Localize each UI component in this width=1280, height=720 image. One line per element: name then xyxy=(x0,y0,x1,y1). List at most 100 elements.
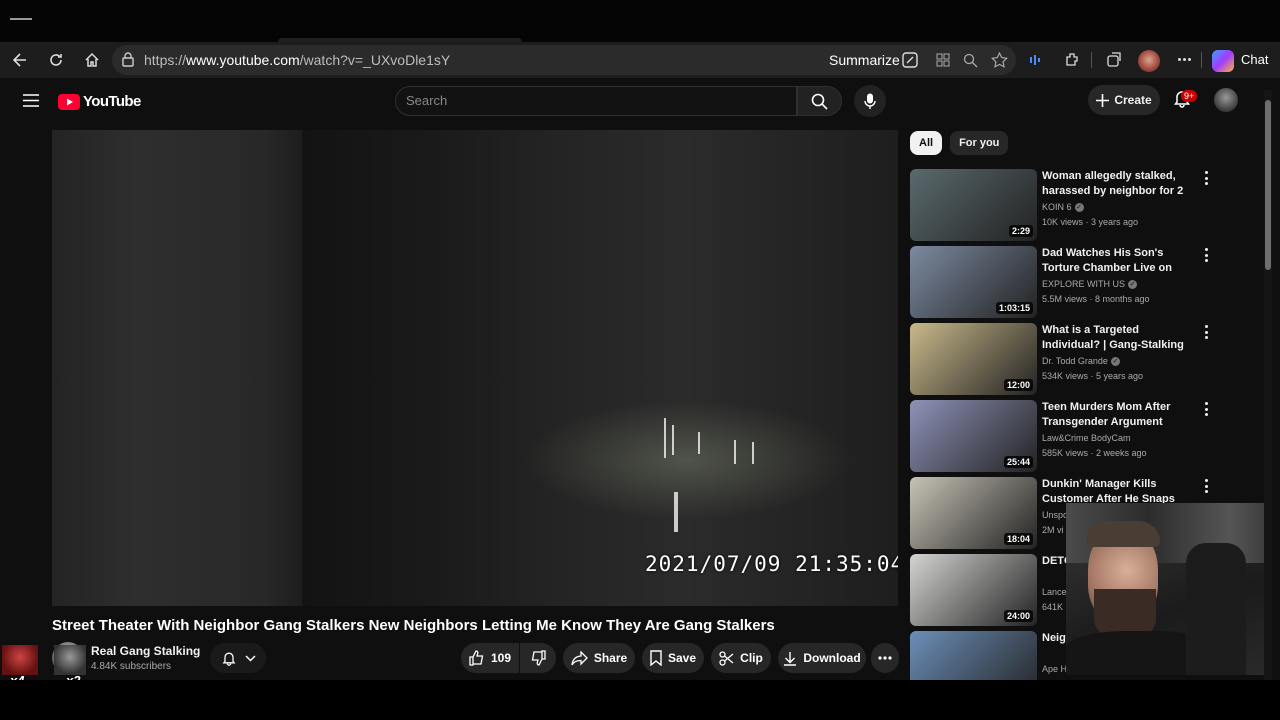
more-vertical-icon[interactable] xyxy=(1203,402,1209,416)
recommendation-thumbnail[interactable]: 2:29 xyxy=(910,169,1037,241)
recommendation-item[interactable]: 2:29 Woman allegedly stalked, harassed by… xyxy=(910,169,1255,241)
light-streak xyxy=(672,425,674,455)
recommendation-meta: 5.5M views · 8 months ago xyxy=(1042,294,1150,304)
recommendation-meta: 2M vi xyxy=(1042,525,1064,535)
more-horizontal-icon xyxy=(878,656,892,660)
recommendation-meta: 10K views · 3 years ago xyxy=(1042,217,1139,227)
recommendation-thumbnail[interactable]: 12:00 xyxy=(910,323,1037,395)
extensions-icon[interactable] xyxy=(1064,51,1081,73)
more-vertical-icon[interactable] xyxy=(1203,171,1209,185)
zoom-icon[interactable] xyxy=(963,53,978,73)
recommendation-item[interactable]: 25:44 Teen Murders Mom After Transgender … xyxy=(910,400,1255,472)
search-placeholder: Search xyxy=(406,93,448,108)
video-player[interactable]: 2021/07/09 21:35:04 xyxy=(52,130,898,606)
clip-button[interactable]: Clip xyxy=(711,643,771,673)
duration-badge: 12:00 xyxy=(1003,379,1033,391)
channel-name[interactable]: Real Gang Stalking xyxy=(91,644,200,658)
thumbs-up-icon xyxy=(469,650,484,666)
summarize-button[interactable]: Summarize xyxy=(829,52,900,68)
webcam-chair xyxy=(1186,543,1246,675)
download-icon xyxy=(784,651,797,666)
lock-icon[interactable] xyxy=(122,52,134,72)
recommendation-channel[interactable]: Dr. Todd Grande ✓ xyxy=(1042,356,1120,367)
more-actions-button[interactable] xyxy=(871,643,899,673)
recommendation-thumbnail[interactable]: 25:44 xyxy=(910,400,1037,472)
duration-badge: 24:00 xyxy=(1003,610,1033,622)
share-button[interactable]: Share xyxy=(563,643,635,673)
webcam-person-hair xyxy=(1086,521,1160,547)
url-text[interactable]: https://www.youtube.com/watch?v=_UXvoDle… xyxy=(144,52,450,68)
youtube-header: YouTube Search Create xyxy=(0,78,1280,124)
notifications-badge: 9+ xyxy=(1181,90,1198,102)
share-label: Share xyxy=(593,651,628,665)
profile-avatar[interactable] xyxy=(1138,50,1160,72)
light-streak xyxy=(752,442,754,464)
verified-check-icon: ✓ xyxy=(1128,280,1138,290)
duration-badge: 25:44 xyxy=(1003,456,1033,468)
collections-icon[interactable] xyxy=(1106,51,1123,73)
create-button[interactable]: Create xyxy=(1088,85,1160,115)
more-vertical-icon[interactable] xyxy=(1203,325,1209,339)
more-vertical-icon[interactable] xyxy=(1203,479,1209,493)
recommendation-channel[interactable]: Ape H xyxy=(1042,664,1067,674)
more-options-icon[interactable] xyxy=(1178,58,1191,61)
recommendation-meta: 534K views · 5 years ago xyxy=(1042,371,1144,381)
recommendation-channel[interactable]: EXPLORE WITH US ✓ xyxy=(1042,279,1138,290)
page-scrollbar-thumb[interactable] xyxy=(1265,100,1271,270)
like-button[interactable]: 109 xyxy=(461,643,519,673)
recommendation-title[interactable]: What is a Targeted Individual? | Gang-St… xyxy=(1042,323,1192,353)
chip-for-you[interactable]: For you xyxy=(950,131,1009,155)
recommendation-channel-name: Ape H xyxy=(1042,664,1068,674)
recommendation-thumbnail[interactable]: 24:00 xyxy=(910,554,1037,626)
subscription-notifications-button[interactable] xyxy=(210,643,266,673)
recommendation-item[interactable]: 12:00 What is a Targeted Individual? | Ga… xyxy=(910,323,1255,395)
thumbs-down-icon xyxy=(531,650,546,666)
recommendation-channel-name: EXPLORE WITH US xyxy=(1042,279,1126,289)
recommendation-title[interactable]: Dad Watches His Son's Torture Chamber Li… xyxy=(1042,246,1192,276)
browser-toolbar: https://www.youtube.com/watch?v=_UXvoDle… xyxy=(0,42,1280,78)
recommendation-channel[interactable]: KOIN 6 ✓ xyxy=(1042,202,1084,213)
bell-icon xyxy=(222,652,235,666)
recommendation-channel-name: Dr. Todd Grande xyxy=(1042,356,1108,366)
video-timestamp-overlay: 2021/07/09 21:35:04 xyxy=(645,552,898,576)
apps-icon[interactable] xyxy=(936,53,950,72)
recommendation-meta: 585K views · 2 weeks ago xyxy=(1042,448,1147,458)
chat-button[interactable]: Chat xyxy=(1241,52,1268,67)
recommendation-channel-name: Lance xyxy=(1042,587,1067,597)
home-icon[interactable] xyxy=(76,42,108,78)
more-vertical-icon[interactable] xyxy=(1203,248,1209,262)
recommendation-title[interactable]: Teen Murders Mom After Transgender Argum… xyxy=(1042,400,1192,430)
verified-check-icon: ✓ xyxy=(1110,357,1120,367)
recommendation-meta: 641K xyxy=(1042,602,1064,612)
copilot-icon[interactable] xyxy=(1212,50,1234,72)
youtube-logo[interactable]: YouTube xyxy=(58,93,141,110)
recommendation-item[interactable]: 1:03:15 Dad Watches His Son's Torture Cha… xyxy=(910,246,1255,318)
search-button[interactable] xyxy=(797,86,842,116)
guide-menu-icon[interactable] xyxy=(23,94,39,112)
dislike-button[interactable] xyxy=(520,643,556,673)
summarize-icon[interactable] xyxy=(902,52,918,73)
recommendation-thumbnail[interactable]: 18:04 xyxy=(910,477,1037,549)
recommendation-channel[interactable]: Unspo xyxy=(1042,510,1068,520)
like-count: 109 xyxy=(490,651,512,665)
chevron-down-icon xyxy=(244,654,256,662)
recommendation-thumbnail[interactable]: 1:03:15 xyxy=(910,246,1037,318)
voice-search-button[interactable] xyxy=(854,85,886,117)
recommendation-channel[interactable]: Law&Crime BodyCam xyxy=(1042,433,1131,443)
portrait-thumbnail xyxy=(54,645,86,675)
search-input[interactable] xyxy=(395,86,797,116)
chip-all[interactable]: All xyxy=(910,131,943,155)
back-icon[interactable] xyxy=(4,42,36,78)
save-button[interactable]: Save xyxy=(642,643,704,673)
plus-icon xyxy=(1096,93,1110,107)
account-avatar[interactable] xyxy=(1214,88,1238,112)
video-title: Street Theater With Neighbor Gang Stalke… xyxy=(52,617,775,634)
recommendation-title[interactable]: Woman allegedly stalked, harassed by nei… xyxy=(1042,169,1192,199)
refresh-icon[interactable] xyxy=(40,42,72,78)
download-button[interactable]: Download xyxy=(778,643,866,673)
light-streak xyxy=(664,418,666,458)
favorite-star-icon[interactable] xyxy=(991,51,1008,73)
recommendation-channel[interactable]: Lance xyxy=(1042,587,1067,597)
read-aloud-icon[interactable] xyxy=(1028,52,1044,73)
toolbar-divider-2 xyxy=(1201,52,1202,68)
